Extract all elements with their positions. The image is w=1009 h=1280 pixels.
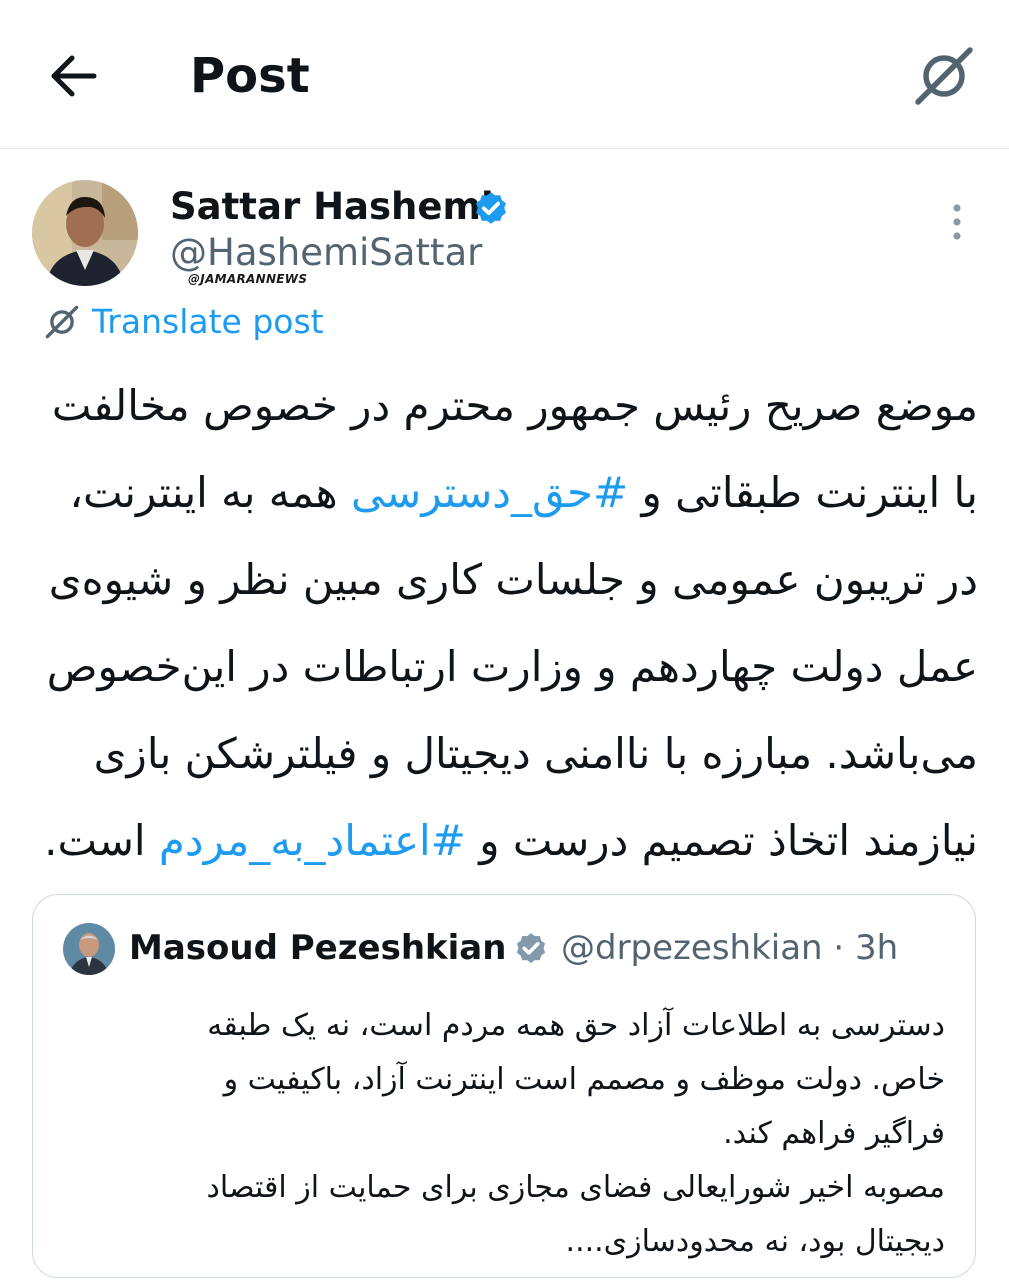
quoted-text-line: دیجیتال بود، نه محدودسازی.... [565,1224,945,1259]
quoted-text-line: مصوبه اخیر شورایعالی فضای مجازی برای حما… [206,1170,945,1205]
post-text-segment: همه به اینترنت، [69,468,352,517]
quoted-text-line: دسترسی به اطلاعات آزاد حق همه مردم است، … [207,1008,945,1043]
back-button[interactable] [48,52,100,100]
author-photo [32,180,138,286]
author-name[interactable]: Sattar Hashemi [170,184,494,230]
author-handle[interactable]: @HashemiSattar [170,230,482,276]
post-text-line: در تریبون عمومی و جلسات کاری مبین نظر و … [49,536,978,623]
translate-post-label: Translate post [92,302,324,341]
post-text-line: با اینترنت طبقاتی و #حق_دسترسی همه به ای… [56,449,978,536]
quoted-author-avatar[interactable] [63,923,115,975]
quoted-post[interactable]: Masoud Pezeshkian @drpezeshkian · 3h دست… [32,894,976,1278]
grok-translate-icon [915,47,973,105]
post-text-segment: عمل دولت چهاردهم و وزارت ارتباطات در این… [46,642,978,691]
top-bar: Post [0,0,1009,149]
quoted-author-name: Masoud Pezeshkian [129,928,507,968]
quoted-author-handle: @drpezeshkian [561,928,823,968]
quoted-post-text: دسترسی به اطلاعات آزاد حق همه مردم است، … [63,999,945,1269]
post-text-line: موضع صریح رئیس جمهور محترم در خصوص مخالف… [52,362,978,449]
post-text: موضع صریح رئیس جمهور محترم در خصوص مخالف… [44,362,978,884]
post-text-segment: است. [44,816,159,865]
quoted-author-photo [63,923,115,975]
more-options-button[interactable] [940,200,974,244]
grok-translate-button[interactable] [912,44,976,108]
meta-separator: · [833,928,856,968]
post-text-line: عمل دولت چهاردهم و وزارت ارتباطات در این… [47,623,978,710]
post-text-segment: نیازمند اتخاذ تصمیم درست و [465,816,978,865]
quoted-meta: @drpezeshkian · 3h [561,925,898,971]
quoted-time: 3h [855,928,899,968]
post-text-segment: با اینترنت طبقاتی و [628,468,978,517]
page-title: Post [190,48,310,104]
post-text-line: می‌باشد. مبارزه با ناامنی دیجیتال و فیلت… [56,710,978,797]
hashtag-link[interactable]: #اعتماد_به_مردم [159,816,466,865]
translate-post-button[interactable]: Translate post [44,300,324,344]
arrow-left-icon [51,55,97,97]
post-text-segment: می‌باشد. مبارزه با ناامنی دیجیتال و فیلت… [93,729,978,778]
grok-translate-icon [45,305,79,339]
post-text-line: نیازمند اتخاذ تصمیم درست و #اعتماد_به_مر… [44,797,978,884]
author-avatar[interactable] [32,180,138,286]
verified-gray-badge-icon [516,933,546,963]
hashtag-link[interactable]: #حق_دسترسی [351,468,628,517]
verified-badge-icon [476,192,506,224]
post-text-segment: موضع صریح رئیس جمهور محترم در خصوص مخالف… [51,381,978,430]
quoted-text-line: خاص. دولت موظف و مصمم است اینترنت آزاد، … [223,1062,945,1097]
watermark: @JAMARANNEWS [188,272,308,286]
post-text-segment: در تریبون عمومی و جلسات کاری مبین نظر و … [48,555,978,604]
quoted-text-line: فراگیر فراهم کند. [723,1116,945,1151]
more-vertical-icon [953,204,961,240]
